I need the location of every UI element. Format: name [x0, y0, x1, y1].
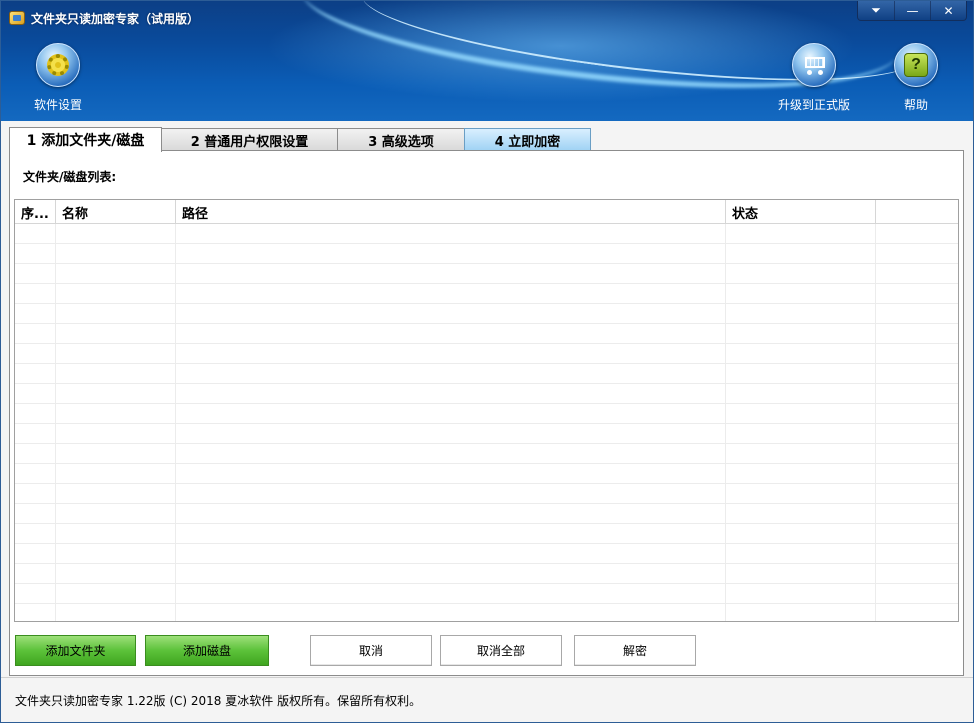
help-icon: ?: [904, 53, 928, 77]
help-icon-circle: ?: [894, 43, 938, 87]
close-button[interactable]: ✕: [930, 1, 966, 20]
cart-wheel: [807, 70, 812, 75]
decrypt-button[interactable]: 解密: [574, 635, 696, 666]
window-menu-button[interactable]: ⏷: [858, 1, 894, 20]
help-button[interactable]: ? 帮助: [871, 43, 961, 119]
shopping-cart-icon: [801, 54, 827, 76]
column-name[interactable]: 名称: [56, 200, 176, 224]
app-logo-icon: [9, 11, 25, 25]
window-title: 文件夹只读加密专家（试用版）: [31, 11, 200, 26]
tab-add-folder[interactable]: 1 添加文件夹/磁盘: [9, 127, 162, 152]
tab-strip: 1 添加文件夹/磁盘 2 普通用户权限设置 3 高级选项 4 立即加密: [9, 127, 591, 152]
tab-advanced-options[interactable]: 3 高级选项: [337, 128, 465, 151]
settings-label: 软件设置: [33, 98, 82, 112]
close-icon: ✕: [943, 3, 954, 18]
cart-basket: [805, 57, 825, 68]
settings-icon-circle: [36, 43, 80, 87]
minimize-button[interactable]: —: [894, 1, 930, 20]
column-index[interactable]: 序...: [15, 200, 56, 224]
column-filler: [876, 200, 958, 224]
upgrade-label: 升级到正式版: [777, 98, 850, 112]
cart-wheel: [818, 70, 823, 75]
add-folder-button[interactable]: 添加文件夹: [15, 635, 136, 666]
list-header: 序... 名称 路径 状态: [15, 200, 958, 224]
tab-panel: 文件夹/磁盘列表: 序... 名称 路径 状态 添加文件夹 添加磁盘 取消 取消…: [9, 150, 964, 676]
add-disk-button[interactable]: 添加磁盘: [145, 635, 269, 666]
cancel-all-button[interactable]: 取消全部: [440, 635, 562, 666]
settings-button[interactable]: 软件设置: [13, 43, 103, 119]
status-text: 文件夹只读加密专家 1.22版 (C) 2018 夏冰软件 版权所有。保留所有权…: [15, 693, 422, 708]
list-label: 文件夹/磁盘列表:: [23, 170, 117, 184]
gear-icon: [47, 54, 69, 76]
folder-list[interactable]: 序... 名称 路径 状态: [14, 199, 959, 622]
column-status[interactable]: 状态: [726, 200, 876, 224]
main-window: 文件夹只读加密专家（试用版） ⏷ — ✕ 软件设置 升级到正式版 ? 帮助 1 …: [0, 0, 974, 723]
column-path[interactable]: 路径: [176, 200, 726, 224]
cancel-button[interactable]: 取消: [310, 635, 432, 666]
status-bar: 文件夹只读加密专家 1.22版 (C) 2018 夏冰软件 版权所有。保留所有权…: [1, 677, 973, 722]
tab-encrypt-now[interactable]: 4 立即加密: [464, 128, 591, 151]
list-body[interactable]: [15, 224, 958, 621]
header-banner: 文件夹只读加密专家（试用版） ⏷ — ✕ 软件设置 升级到正式版 ? 帮助: [1, 1, 973, 121]
window-controls: ⏷ — ✕: [857, 1, 967, 21]
help-label: 帮助: [903, 98, 928, 112]
upgrade-button[interactable]: 升级到正式版: [769, 43, 859, 119]
title-bar: 文件夹只读加密专家（试用版）: [9, 8, 199, 28]
upgrade-icon-circle: [792, 43, 836, 87]
tab-user-permissions[interactable]: 2 普通用户权限设置: [161, 128, 338, 151]
chevron-down-icon: ⏷: [871, 3, 881, 17]
minimize-icon: —: [906, 3, 919, 18]
